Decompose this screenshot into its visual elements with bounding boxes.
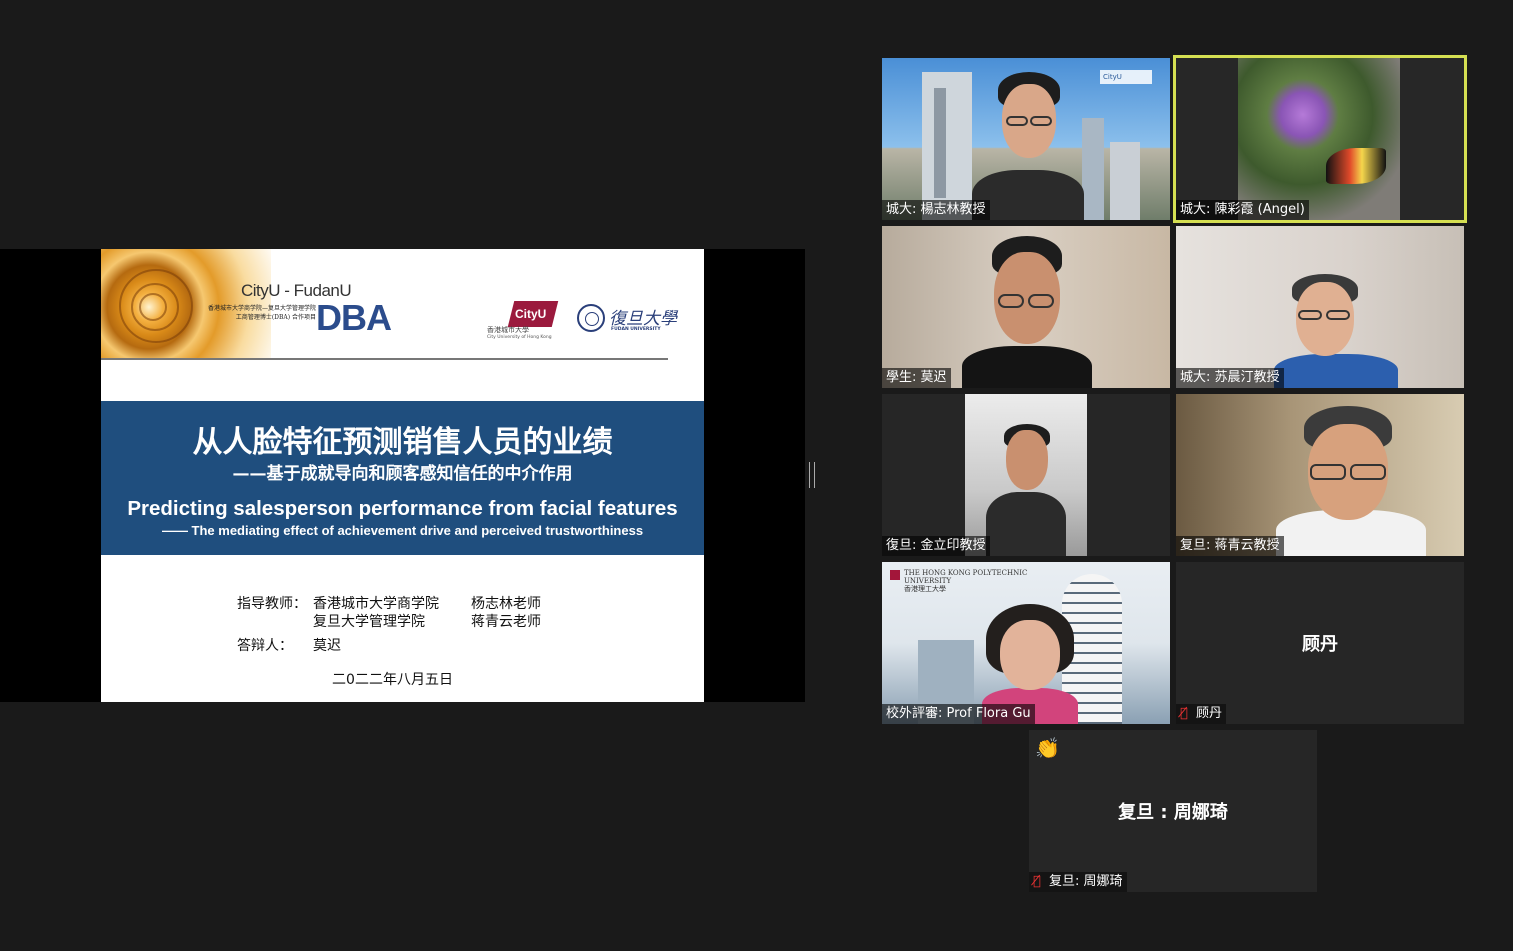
cityu-logo: CityU 香港城市大學 City University of Hong Kon…: [487, 301, 567, 340]
video-tile-1[interactable]: CityU 城大: 楊志林教授: [882, 58, 1170, 220]
slide-title-band: 从人脸特征预测销售人员的业绩 ——基于成就导向和顾客感知信任的中介作用 Pred…: [101, 401, 704, 555]
slide-divider: [101, 358, 668, 360]
video-tile-5[interactable]: 復旦: 金立印教授: [882, 394, 1170, 556]
fudan-seal-icon: [577, 304, 605, 332]
clap-reaction-icon: 👏: [1035, 736, 1060, 760]
defender-name: 莫迟: [313, 638, 341, 654]
polyu-logo-icon: [890, 570, 900, 580]
participant-name-tag: 🎙̸ 复旦: 周娜琦: [1029, 872, 1127, 892]
dba-logo-text: DBA: [316, 297, 392, 338]
participant-display-name: 复旦 : 周娜琦: [1118, 802, 1228, 823]
slide-date: 二0二二年八月五日: [332, 672, 453, 688]
polyu-background-logo: THE HONG KONG POLYTECHNIC UNIVERSITY 香港理…: [904, 569, 1028, 593]
fudan-logo: 復旦大學 FUDAN UNIVERSITY: [577, 304, 677, 334]
advisor-school-2: 复旦大学管理学院: [313, 614, 425, 630]
participant-name: 學生: 莫迟: [882, 368, 951, 388]
cityu-background-logo: CityU: [1100, 70, 1152, 84]
resize-handle[interactable]: [809, 462, 815, 488]
defender-label: 答辩人：: [237, 638, 293, 654]
mic-muted-icon: 🎙̸: [1033, 874, 1041, 889]
advisor-label: 指导教师：: [237, 596, 307, 612]
video-tile-7[interactable]: THE HONG KONG POLYTECHNIC UNIVERSITY 香港理…: [882, 562, 1170, 724]
advisor-school-1: 香港城市大学商学院: [313, 596, 439, 612]
participant-name: 復旦: 金立印教授: [882, 536, 990, 556]
participant-name: 复旦: 蒋青云教授: [1176, 536, 1284, 556]
video-tile-4[interactable]: 城大: 苏晨汀教授: [1176, 226, 1464, 388]
participant-name: 城大: 苏晨汀教授: [1176, 368, 1284, 388]
advisor-name-2: 蒋青云老师: [471, 614, 541, 630]
video-tile-9[interactable]: 👏 复旦 : 周娜琦 🎙̸ 复旦: 周娜琦: [1029, 730, 1317, 892]
slide-title-cn: 从人脸特征预测销售人员的业绩: [192, 425, 613, 460]
butterfly-image: [1326, 148, 1386, 184]
video-tile-6[interactable]: 复旦: 蒋青云教授: [1176, 394, 1464, 556]
dba-program-subtitle: 香港城市大学商学院—复旦大学管理学院 工商管理博士(DBA) 合作项目: [207, 305, 316, 321]
participant-name: 城大: 陳彩霞 (Angel): [1176, 200, 1309, 220]
participant-name: 城大: 楊志林教授: [882, 200, 990, 220]
slide-subtitle-cn: ——基于成就导向和顾客感知信任的中介作用: [232, 464, 573, 484]
slide-subtitle-en: —— The mediating effect of achievement d…: [161, 523, 644, 538]
video-tile-8[interactable]: 顾丹 🎙̸ 顾丹: [1176, 562, 1464, 724]
mic-muted-icon: 🎙̸: [1180, 706, 1188, 721]
advisor-name-1: 杨志林老师: [471, 596, 541, 612]
presentation-slide: CityU - FudanU 香港城市大学商学院—复旦大学管理学院 工商管理博士…: [101, 249, 704, 702]
video-tile-3[interactable]: 學生: 莫迟: [882, 226, 1170, 388]
slide-title-en: Predicting salesperson performance from …: [127, 497, 678, 520]
video-feed: [1176, 58, 1464, 220]
participant-display-name: 顾丹: [1302, 634, 1338, 655]
video-tile-2[interactable]: 城大: 陳彩霞 (Angel): [1173, 55, 1467, 223]
participant-name-tag: 🎙̸ 顾丹: [1176, 704, 1227, 724]
participant-name: 校外評審: Prof Flora Gu: [882, 704, 1035, 724]
